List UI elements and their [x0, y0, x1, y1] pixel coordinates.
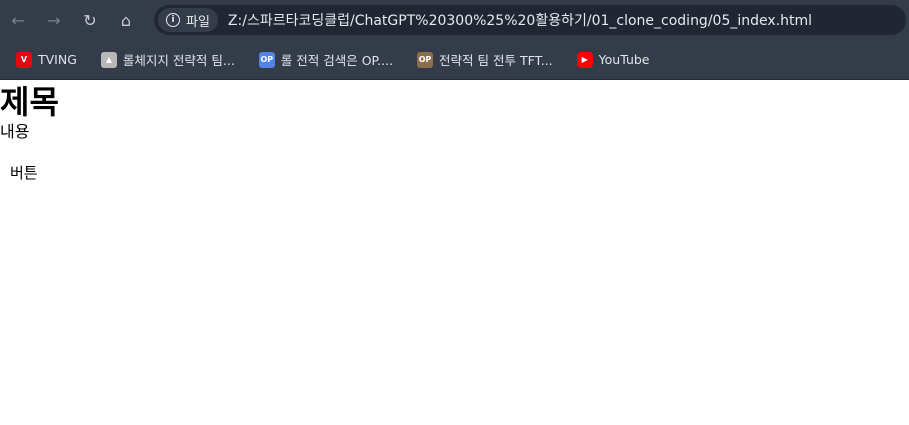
bookmark-label: 전략적 팀 전투 TFT...: [439, 53, 553, 68]
youtube-icon: ▶: [576, 51, 593, 68]
reload-icon[interactable]: ↻: [72, 0, 108, 40]
bookmark-label: 롤체지지 전략적 팀...: [122, 53, 235, 68]
page-text: 내용: [0, 122, 30, 141]
home-icon[interactable]: ⌂: [108, 0, 144, 40]
address-bar[interactable]: i 파일 Z:/스파르타코딩클럽/ChatGPT%20300%25%20활용하기…: [154, 5, 906, 35]
bookmark-lolchess[interactable]: ▲ 롤체지지 전략적 팀...: [93, 46, 243, 74]
bookmark-opgg[interactable]: OP 롤 전적 검색은 OP....: [251, 46, 401, 74]
page-content: 제목 내용 버튼: [0, 80, 909, 183]
bookmark-label: YouTube: [598, 52, 650, 67]
site-chip-label: 파일: [186, 14, 210, 30]
bookmark-label: TVING: [38, 52, 77, 67]
bookmark-tft[interactable]: OP 전략적 팀 전투 TFT...: [409, 46, 561, 74]
lolchess-icon: ▲: [100, 51, 117, 68]
site-info-chip[interactable]: i 파일: [158, 8, 218, 32]
page-title: 제목: [0, 83, 59, 121]
bookmarks-bar: V TVING ▲ 롤체지지 전략적 팀... OP 롤 전적 검색은 OP..…: [0, 40, 909, 80]
bookmark-tving[interactable]: V TVING: [8, 46, 85, 74]
back-arrow-icon[interactable]: ←: [0, 0, 36, 40]
info-icon: i: [166, 13, 180, 27]
url-text[interactable]: Z:/스파르타코딩클럽/ChatGPT%20300%25%20활용하기/01_c…: [228, 10, 812, 30]
tving-icon: V: [16, 51, 32, 68]
bookmark-youtube[interactable]: ▶ YouTube: [569, 46, 658, 74]
forward-arrow-icon[interactable]: →: [36, 0, 72, 40]
browser-toolbar: ← → ↻ ⌂ i 파일 Z:/스파르타코딩클럽/ChatGPT%20300%2…: [0, 0, 909, 40]
opgg-icon: OP: [258, 51, 275, 68]
tft-icon: OP: [417, 51, 434, 68]
action-button[interactable]: 버튼: [10, 162, 38, 183]
bookmark-label: 롤 전적 검색은 OP....: [280, 53, 394, 68]
